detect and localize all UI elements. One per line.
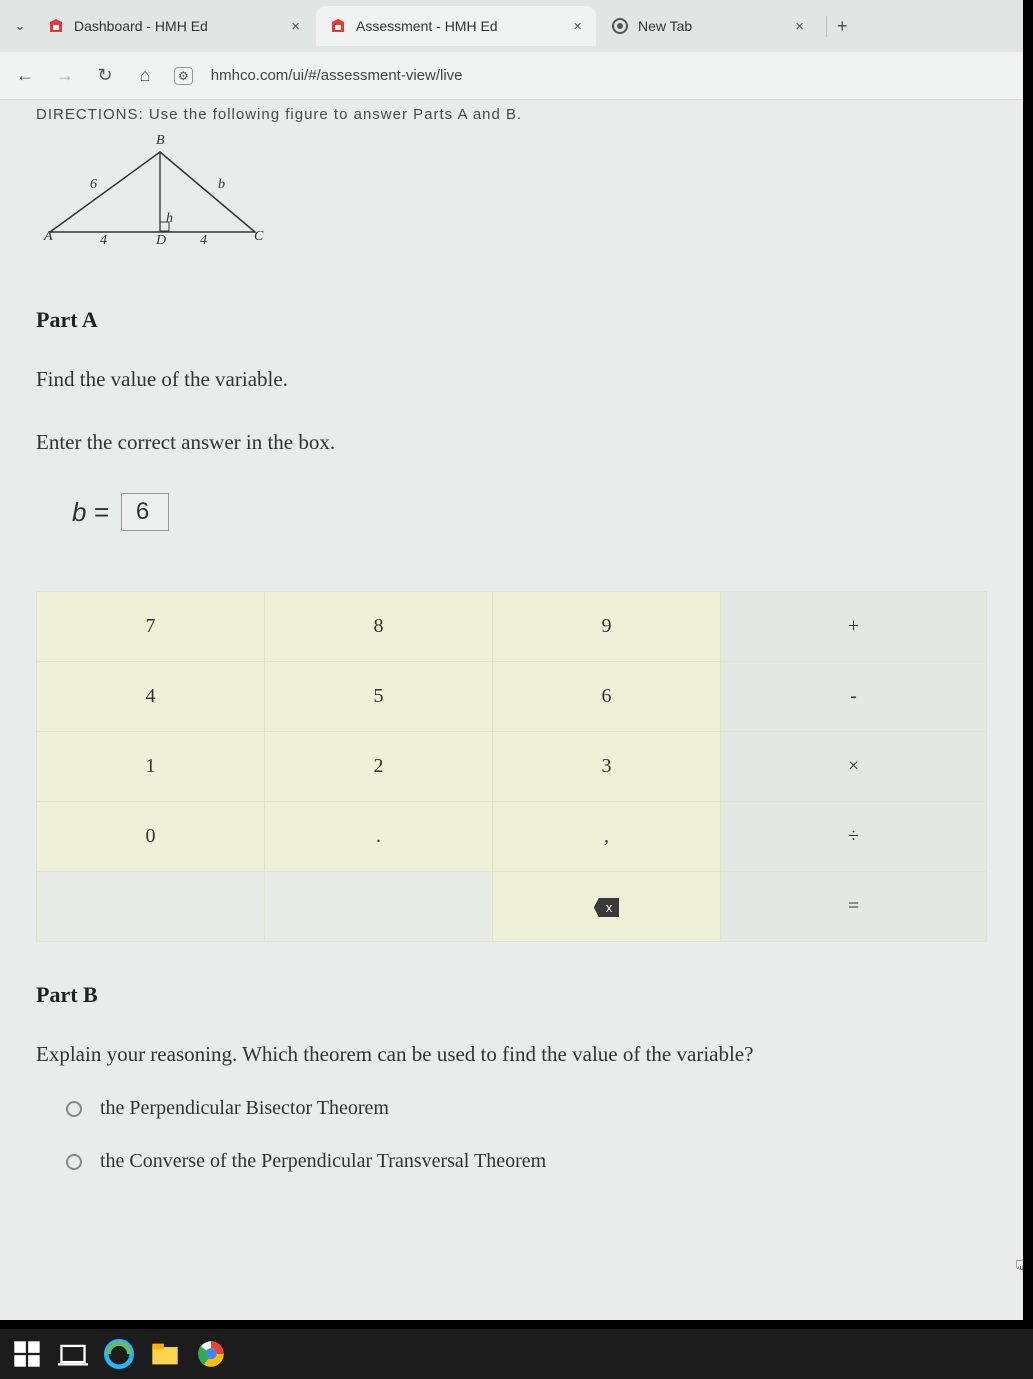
key-2[interactable]: 2 (265, 732, 493, 802)
file-explorer-button[interactable] (150, 1339, 180, 1369)
vertex-c: C (254, 229, 263, 245)
key-backspace[interactable]: x (493, 872, 721, 942)
site-settings-icon[interactable]: ⚙ (174, 67, 193, 85)
key-6[interactable]: 6 (493, 662, 721, 732)
key-4[interactable]: 4 (37, 662, 265, 732)
radio-icon[interactable] (66, 1154, 82, 1170)
part-b-heading: Part B (36, 982, 987, 1008)
answer-input[interactable]: 6 (121, 493, 169, 531)
vertex-a: A (44, 229, 53, 245)
tab-title: Dashboard - HMH Ed (74, 18, 208, 34)
triangle-figure: A B C D 6 b 4 4 h (40, 137, 270, 247)
key-8[interactable]: 8 (265, 592, 493, 662)
directions-text: DIRECTIONS: Use the following figure to … (36, 100, 987, 137)
seg-right-label: 4 (200, 233, 207, 249)
key-7[interactable]: 7 (37, 592, 265, 662)
option-row-1[interactable]: the Converse of the Perpendicular Transv… (66, 1150, 987, 1173)
hmh-icon (48, 18, 64, 34)
vertex-b: B (156, 133, 165, 149)
key-5[interactable]: 5 (265, 662, 493, 732)
key-plus[interactable]: + (721, 592, 987, 662)
key-dot[interactable]: . (265, 802, 493, 872)
key-0[interactable]: 0 (37, 802, 265, 872)
side-right-label: b (218, 177, 225, 193)
key-comma[interactable]: , (493, 802, 721, 872)
keypad: 7 8 9 + 4 5 6 - 1 2 3 × 0 . , ÷ (36, 591, 987, 942)
option-label: the Perpendicular Bisector Theorem (100, 1097, 389, 1120)
close-icon[interactable]: × (795, 18, 804, 35)
part-a-heading: Part A (36, 307, 987, 333)
tab-newtab[interactable]: New Tab × (598, 6, 818, 46)
page-content: DIRECTIONS: Use the following figure to … (0, 100, 1023, 1173)
radio-icon[interactable] (66, 1101, 82, 1117)
option-label: the Converse of the Perpendicular Transv… (100, 1150, 546, 1173)
key-divide[interactable]: ÷ (721, 802, 987, 872)
key-1[interactable]: 1 (37, 732, 265, 802)
url-text[interactable]: hmhco.com/ui/#/assessment-view/live (211, 67, 463, 84)
address-bar: ← → ↻ ⌂ ⚙ hmhco.com/ui/#/assessment-view… (0, 52, 1023, 100)
key-equals[interactable]: = (721, 872, 987, 942)
key-9[interactable]: 9 (493, 592, 721, 662)
tab-title: New Tab (638, 18, 692, 34)
part-b-prompt: Explain your reasoning. Which theorem ca… (36, 1042, 987, 1067)
option-row-0[interactable]: the Perpendicular Bisector Theorem (66, 1097, 987, 1120)
answer-variable: b = (72, 497, 109, 528)
part-a-prompt-2: Enter the correct answer in the box. (36, 430, 987, 455)
newtab-icon (612, 18, 628, 34)
close-icon[interactable]: × (291, 18, 300, 35)
chrome-button[interactable] (196, 1339, 226, 1369)
side-left-label: 6 (90, 177, 97, 193)
hmh-icon (330, 18, 346, 34)
tab-title: Assessment - HMH Ed (356, 18, 498, 34)
key-3[interactable]: 3 (493, 732, 721, 802)
close-icon[interactable]: × (573, 18, 582, 35)
key-blank (265, 872, 493, 942)
vertex-d: D (156, 233, 166, 249)
tab-assessment[interactable]: Assessment - HMH Ed × (316, 6, 596, 46)
reload-button[interactable]: ↻ (94, 65, 116, 86)
seg-left-label: 4 (100, 233, 107, 249)
key-blank (37, 872, 265, 942)
key-minus[interactable]: - (721, 662, 987, 732)
key-times[interactable]: × (721, 732, 987, 802)
height-label: h (166, 211, 173, 227)
tab-dashboard[interactable]: Dashboard - HMH Ed × (34, 6, 314, 46)
forward-button[interactable]: → (54, 65, 76, 86)
task-view-button[interactable] (58, 1339, 88, 1369)
new-tab-button[interactable]: + (826, 16, 858, 37)
tabs-menu-button[interactable]: ⌄ (6, 18, 34, 34)
taskbar (0, 1329, 1033, 1379)
part-a-prompt-1: Find the value of the variable. (36, 367, 987, 392)
start-button[interactable] (12, 1339, 42, 1369)
cursor-hand-icon: ☟ (1015, 1255, 1027, 1280)
tab-strip: ⌄ Dashboard - HMH Ed × Assessment - HMH … (0, 0, 1023, 52)
edge-button[interactable] (104, 1339, 134, 1369)
back-button[interactable]: ← (14, 65, 36, 86)
answer-row: b = 6 (72, 493, 987, 531)
home-button[interactable]: ⌂ (134, 65, 156, 86)
